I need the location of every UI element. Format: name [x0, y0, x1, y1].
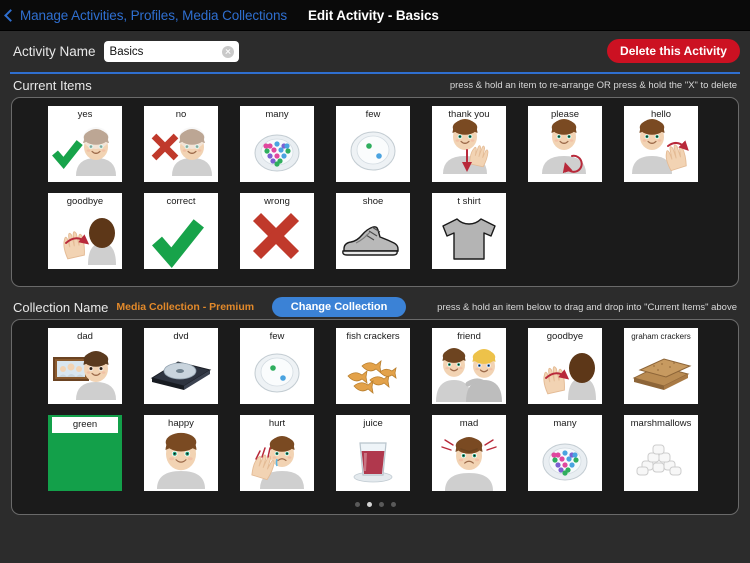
item-card-label: green [52, 416, 118, 433]
item-card[interactable]: please [528, 105, 602, 182]
item-card[interactable]: t shirt [432, 192, 506, 269]
item-card-label: few [365, 108, 381, 120]
item-card-label: hello [650, 108, 672, 120]
item-card-label: correct [166, 195, 196, 207]
item-card[interactable]: dad [48, 327, 122, 404]
item-card[interactable]: shoe [336, 192, 410, 269]
item-card-label: wrong [264, 195, 290, 207]
item-card[interactable]: graham crackers [624, 327, 698, 404]
item-card-label: happy [168, 417, 194, 429]
item-card-label: dad [77, 330, 93, 342]
activity-name-input[interactable]: Basics [103, 41, 239, 62]
item-card[interactable]: many [240, 105, 314, 182]
page-dot[interactable] [378, 501, 384, 507]
item-card-label: few [269, 330, 285, 342]
item-row: green happy hurt juice mad many marshmal… [48, 414, 720, 491]
page-indicator[interactable] [12, 501, 738, 507]
item-row: dad dvd few fish crackers friend goodbye… [48, 327, 720, 404]
chevron-left-icon [4, 8, 17, 22]
current-items-hint: press & hold an item to re-arrange OR pr… [449, 79, 737, 91]
item-card[interactable]: fish crackers [336, 327, 410, 404]
item-card[interactable]: few [336, 105, 410, 182]
current-items-title: Current Items [13, 77, 92, 93]
item-card-label: fish crackers [346, 330, 400, 342]
current-items-grid: yes no many few thank you please hello g… [48, 105, 720, 269]
clear-circle-icon[interactable] [221, 45, 234, 58]
item-card-label: marshmallows [630, 417, 692, 429]
collection-hint: press & hold an item below to drag and d… [437, 301, 737, 313]
change-collection-button[interactable]: Change Collection [272, 297, 407, 317]
activity-name-row: Activity Name Basics Delete this Activit… [0, 31, 750, 72]
item-card-label: yes [77, 108, 93, 120]
back-button-label: Manage Activities, Profiles, Media Colle… [20, 7, 288, 23]
back-button[interactable]: Manage Activities, Profiles, Media Colle… [0, 8, 287, 23]
item-card-label: shoe [362, 195, 384, 207]
item-card[interactable]: happy [144, 414, 218, 491]
item-card-label: friend [457, 330, 481, 342]
item-card-label: hurt [268, 417, 286, 429]
item-card[interactable]: few [240, 327, 314, 404]
activity-name-value: Basics [109, 45, 144, 58]
item-card-label: t shirt [457, 195, 481, 207]
collection-items-panel: dad dvd few fish crackers friend goodbye… [11, 318, 739, 515]
item-row: yes no many few thank you please hello [48, 105, 720, 182]
page-title: Edit Activity - Basics [308, 7, 439, 23]
item-card-label: no [175, 108, 187, 120]
item-card-label: dvd [173, 330, 189, 342]
item-card[interactable]: thank you [432, 105, 506, 182]
item-card[interactable]: hurt [240, 414, 314, 491]
item-card-label: mad [459, 417, 479, 429]
item-card[interactable]: goodbye [48, 192, 122, 269]
collection-items-grid: dad dvd few fish crackers friend goodbye… [48, 327, 720, 491]
item-card-label: goodbye [546, 330, 584, 342]
collection-header: Collection Name Media Collection - Premi… [0, 296, 750, 319]
item-card[interactable]: correct [144, 192, 218, 269]
current-items-panel: yes no many few thank you please hello g… [11, 96, 739, 287]
item-card[interactable]: green [48, 414, 122, 491]
item-card-label: graham crackers [631, 331, 691, 341]
item-card[interactable]: friend [432, 327, 506, 404]
item-card[interactable]: marshmallows [624, 414, 698, 491]
item-card[interactable]: goodbye [528, 327, 602, 404]
item-card[interactable]: mad [432, 414, 506, 491]
item-card[interactable]: yes [48, 105, 122, 182]
current-items-header: Current Items press & hold an item to re… [0, 74, 750, 97]
page-dot[interactable] [390, 501, 396, 507]
item-card-label: please [551, 108, 579, 120]
page-dot[interactable] [366, 501, 372, 507]
item-card-label: many [265, 108, 289, 120]
item-card-label: juice [363, 417, 383, 429]
item-card[interactable]: many [528, 414, 602, 491]
collection-name-label: Collection Name [13, 299, 109, 315]
navigation-bar: Manage Activities, Profiles, Media Colle… [0, 0, 750, 31]
collection-name-value: Media Collection - Premium [116, 301, 255, 313]
item-card[interactable]: dvd [144, 327, 218, 404]
item-row: goodbye correct wrong shoe t shirt [48, 192, 720, 269]
item-card[interactable]: wrong [240, 192, 314, 269]
page-dot[interactable] [354, 501, 360, 507]
item-card-label: many [553, 417, 577, 429]
item-card[interactable]: no [144, 105, 218, 182]
delete-activity-button[interactable]: Delete this Activity [607, 39, 740, 63]
item-card[interactable]: juice [336, 414, 410, 491]
item-card[interactable]: hello [624, 105, 698, 182]
activity-name-label: Activity Name [13, 44, 96, 59]
item-card-label: thank you [448, 108, 490, 120]
item-card-label: goodbye [66, 195, 104, 207]
